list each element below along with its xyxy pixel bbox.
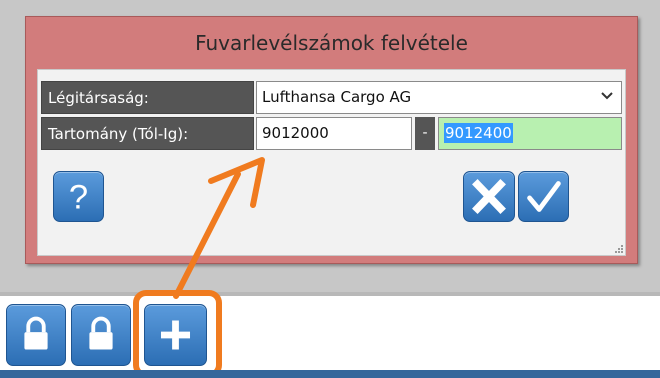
help-button[interactable]: ? bbox=[53, 171, 104, 222]
dialog-body: Légitársaság: Lufthansa Cargo AG Tartomá… bbox=[37, 69, 626, 256]
close-icon bbox=[472, 179, 506, 214]
svg-text:?: ? bbox=[69, 179, 88, 217]
airline-label: Légitársaság: bbox=[41, 81, 254, 114]
lock-button-1[interactable] bbox=[6, 304, 66, 366]
cancel-button[interactable] bbox=[463, 171, 515, 222]
checkmark-icon bbox=[527, 181, 561, 212]
plus-icon bbox=[160, 320, 191, 350]
confirm-button[interactable] bbox=[518, 171, 569, 222]
chevron-down-icon[interactable] bbox=[601, 82, 613, 112]
range-from-input[interactable]: 9012000 bbox=[256, 117, 412, 150]
resize-grip-icon[interactable] bbox=[613, 243, 623, 253]
range-separator: - bbox=[415, 117, 435, 150]
lock-icon bbox=[24, 316, 48, 350]
range-label: Tartomány (Tól-Ig): bbox=[41, 117, 254, 150]
lock-icon bbox=[89, 316, 113, 350]
lock-button-2[interactable] bbox=[71, 304, 131, 366]
dialog-window: Fuvarlevélszámok felvétele Légitársaság:… bbox=[25, 16, 638, 264]
airline-select[interactable]: Lufthansa Cargo AG bbox=[256, 81, 622, 114]
range-to-input[interactable]: 9012400 bbox=[438, 117, 622, 150]
question-icon: ? bbox=[69, 179, 88, 217]
range-to-selected-text: 9012400 bbox=[444, 123, 513, 143]
dialog-title: Fuvarlevélszámok felvétele bbox=[195, 31, 468, 55]
airline-select-value: Lufthansa Cargo AG bbox=[262, 88, 412, 106]
add-button[interactable] bbox=[144, 304, 207, 366]
status-strip bbox=[0, 370, 660, 378]
